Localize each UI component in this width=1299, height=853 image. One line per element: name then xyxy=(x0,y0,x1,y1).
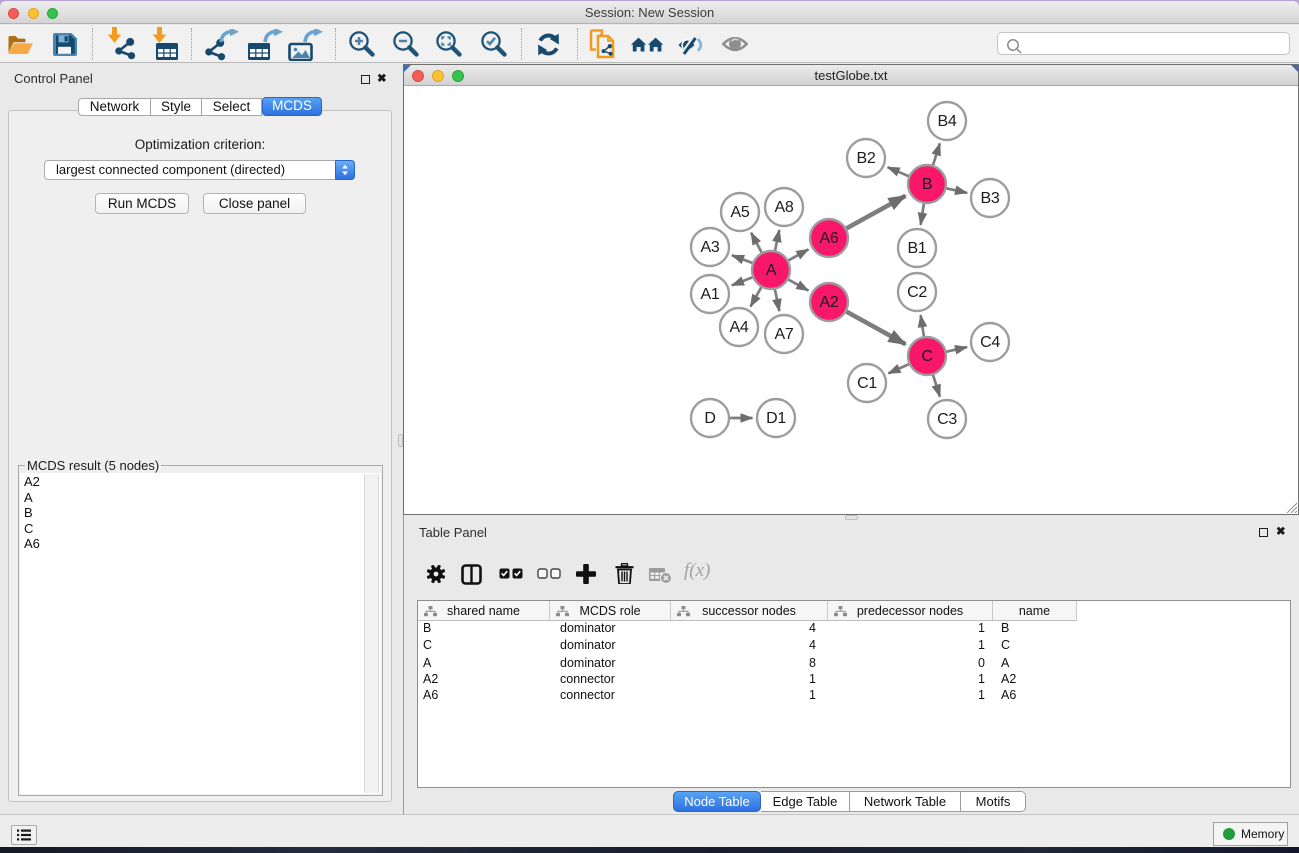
svg-text:Memory: Memory xyxy=(1241,827,1284,841)
svg-text:C2: C2 xyxy=(907,284,927,301)
svg-text:A5: A5 xyxy=(731,204,750,221)
svg-text:C: C xyxy=(921,348,932,365)
svg-text:A1: A1 xyxy=(701,286,720,303)
svg-text:A2: A2 xyxy=(820,294,839,311)
svg-text:A: A xyxy=(766,262,777,279)
svg-text:C3: C3 xyxy=(937,411,957,428)
svg-text:C1: C1 xyxy=(857,375,877,392)
svg-text:A6: A6 xyxy=(820,230,839,247)
svg-text:A4: A4 xyxy=(730,319,749,336)
svg-text:A3: A3 xyxy=(701,239,720,256)
svg-text:C4: C4 xyxy=(980,334,1000,351)
svg-text:A7: A7 xyxy=(775,326,794,343)
svg-text:D: D xyxy=(704,410,715,427)
svg-text:B1: B1 xyxy=(908,240,927,257)
svg-text:A8: A8 xyxy=(775,199,794,216)
svg-text:B2: B2 xyxy=(857,150,876,167)
svg-text:B4: B4 xyxy=(938,113,957,130)
svg-text:B3: B3 xyxy=(981,190,1000,207)
svg-text:D1: D1 xyxy=(766,410,786,427)
svg-text:B: B xyxy=(922,176,932,193)
